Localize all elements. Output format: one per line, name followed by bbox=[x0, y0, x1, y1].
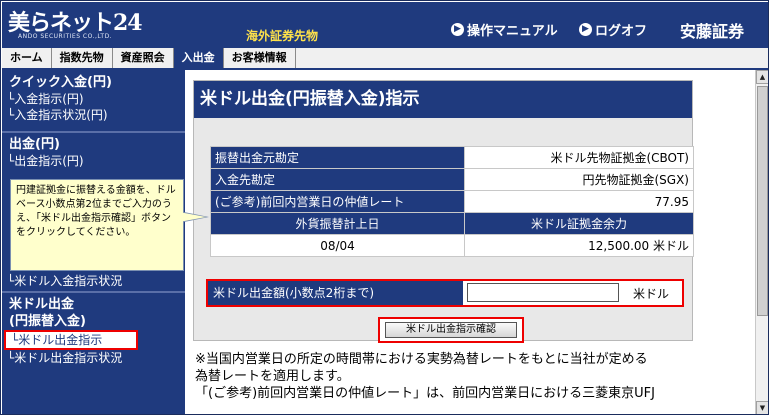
confirm-button[interactable]: 米ドル出金指示確認 bbox=[385, 322, 517, 338]
page-title: 米ドル出金(円振替入金)指示 bbox=[194, 81, 692, 118]
tab-customer-info[interactable]: お客様情報 bbox=[224, 48, 296, 68]
logoff-link-label: ログオフ bbox=[595, 24, 648, 39]
sidebar-section-quick: クイック入金(円) └入金指示(円) └入金指示状況(円) bbox=[2, 74, 185, 123]
table-row: 入金先勘定 円先物証拠金(SGX) bbox=[210, 168, 694, 191]
sidebar-divider bbox=[2, 291, 185, 293]
sidebar-item-deposit-status[interactable]: └入金指示状況(円) bbox=[2, 107, 185, 123]
col-header-usd-balance: 米ドル証拠金余力 bbox=[464, 212, 694, 235]
arrow-right-icon: ▶ bbox=[451, 23, 464, 36]
notice-line: ※当国内営業日の所定の時間帯における実勢為替レートをもとに当社が定める bbox=[195, 352, 648, 367]
sidebar-item-usd-deposit-status[interactable]: └米ドル入金指示状況 bbox=[2, 273, 185, 289]
header-bar: 美らネット24 ANDO SECURITIES CO.,LTD. 海外証券先物 … bbox=[2, 2, 768, 48]
row-label-reference-rate: (ご参考)前回内営業日の仲値レート bbox=[210, 190, 465, 213]
row-label-dest-account: 入金先勘定 bbox=[210, 168, 465, 191]
scrollbar-thumb[interactable] bbox=[757, 86, 768, 316]
row-value-source-account: 米ドル先物証拠金(CBOT) bbox=[464, 146, 694, 169]
help-tooltip: 円建証拠金に振替える金額を、ドルベース小数点第2位までご入力のうえ、「米ドル出金… bbox=[10, 179, 184, 271]
app-window: 美らネット24 ANDO SECURITIES CO.,LTD. 海外証券先物 … bbox=[0, 0, 769, 415]
sidebar-item-deposit-instruction[interactable]: └入金指示(円) bbox=[2, 91, 185, 107]
table-row: 振替出金元勘定 米ドル先物証拠金(CBOT) bbox=[210, 146, 694, 169]
tab-deposit-withdrawal[interactable]: 入出金 bbox=[173, 48, 224, 68]
scroll-down-icon[interactable]: ▼ bbox=[756, 401, 768, 414]
scroll-up-icon[interactable]: ▲ bbox=[756, 70, 768, 84]
table-row: 08/04 12,500.00 米ドル bbox=[210, 234, 694, 257]
amount-input[interactable] bbox=[467, 283, 619, 302]
logoff-link[interactable]: ▶ ログオフ bbox=[579, 20, 647, 39]
account-info-table: 振替出金元勘定 米ドル先物証拠金(CBOT) 入金先勘定 円先物証拠金(SGX)… bbox=[210, 146, 694, 257]
amount-unit: 米ドル bbox=[633, 287, 670, 301]
arrow-right-icon: ▶ bbox=[579, 23, 592, 36]
notice-text: ※当国内営業日の所定の時間帯における実勢為替レートをもとに当社が定める 為替レー… bbox=[195, 351, 735, 402]
manual-link[interactable]: ▶ 操作マニュアル bbox=[451, 20, 558, 39]
service-name: 海外証券先物 bbox=[246, 29, 319, 43]
main-tabs: ホーム 指数先物 資産照会 入出金 お客様情報 bbox=[2, 48, 768, 70]
amount-label: 米ドル出金額(小数点2桁まで) bbox=[213, 286, 374, 300]
withdraw-panel: 米ドル出金(円振替入金)指示 振替出金元勘定 米ドル先物証拠金(CBOT) 入金… bbox=[193, 80, 694, 343]
row-value-dest-account: 円先物証拠金(SGX) bbox=[464, 168, 694, 191]
amount-input-cell: 米ドル bbox=[463, 281, 682, 305]
sidebar-section-withdraw: 出金(円) └出金指示(円) bbox=[2, 136, 185, 169]
sidebar-section-usd-deposit: └米ドル入金指示状況 bbox=[2, 273, 185, 289]
sidebar-heading-usd-withdraw-sub: (円振替入金) bbox=[9, 314, 86, 329]
amount-row: 米ドル出金額(小数点2桁まで) 米ドル bbox=[206, 279, 684, 307]
sidebar-heading-withdraw: 出金(円) bbox=[9, 137, 60, 152]
table-row: 外貨振替計上日 米ドル証拠金余力 bbox=[210, 212, 694, 235]
main-content: 米ドル出金(円振替入金)指示 振替出金元勘定 米ドル先物証拠金(CBOT) 入金… bbox=[185, 70, 755, 414]
usd-balance-value: 12,500.00 米ドル bbox=[464, 234, 694, 257]
notice-line: 「(ご参考)前回内営業日の仲値レート」は、前回内営業日における三菱東京UFJ bbox=[195, 386, 655, 401]
company-name: 安藤証券 bbox=[680, 22, 745, 41]
vertical-scrollbar[interactable]: ▲ ▼ bbox=[755, 70, 768, 414]
tab-index-futures[interactable]: 指数先物 bbox=[52, 48, 113, 68]
sidebar-divider bbox=[2, 131, 185, 133]
sidebar-item-usd-withdraw-instruction[interactable]: └米ドル出金指示 bbox=[4, 330, 138, 350]
manual-link-label: 操作マニュアル bbox=[467, 24, 558, 39]
confirm-button-highlight: 米ドル出金指示確認 bbox=[378, 317, 524, 343]
booking-date-value: 08/04 bbox=[210, 234, 465, 257]
sidebar-item-withdraw-instruction[interactable]: └出金指示(円) bbox=[2, 153, 185, 169]
row-value-reference-rate: 77.95 bbox=[464, 190, 694, 213]
logo-subtitle: ANDO SECURITIES CO.,LTD. bbox=[18, 33, 113, 40]
row-label-source-account: 振替出金元勘定 bbox=[210, 146, 465, 169]
tab-home[interactable]: ホーム bbox=[2, 48, 52, 68]
sidebar-item-usd-withdraw-status[interactable]: └米ドル出金指示状況 bbox=[2, 350, 185, 366]
tab-assets[interactable]: 資産照会 bbox=[113, 48, 174, 68]
sidebar-heading-usd-withdraw: 米ドル出金 bbox=[9, 297, 75, 312]
sidebar-heading-quick: クイック入金(円) bbox=[9, 75, 112, 90]
notice-line: 為替レートを適用します。 bbox=[195, 369, 350, 384]
table-row: (ご参考)前回内営業日の仲値レート 77.95 bbox=[210, 190, 694, 213]
tooltip-pointer-fill bbox=[179, 212, 206, 222]
col-header-booking-date: 外貨振替計上日 bbox=[210, 212, 465, 235]
sidebar-section-usd-withdraw: 米ドル出金 (円振替入金) └米ドル出金指示 └米ドル出金指示状況 bbox=[2, 296, 185, 366]
